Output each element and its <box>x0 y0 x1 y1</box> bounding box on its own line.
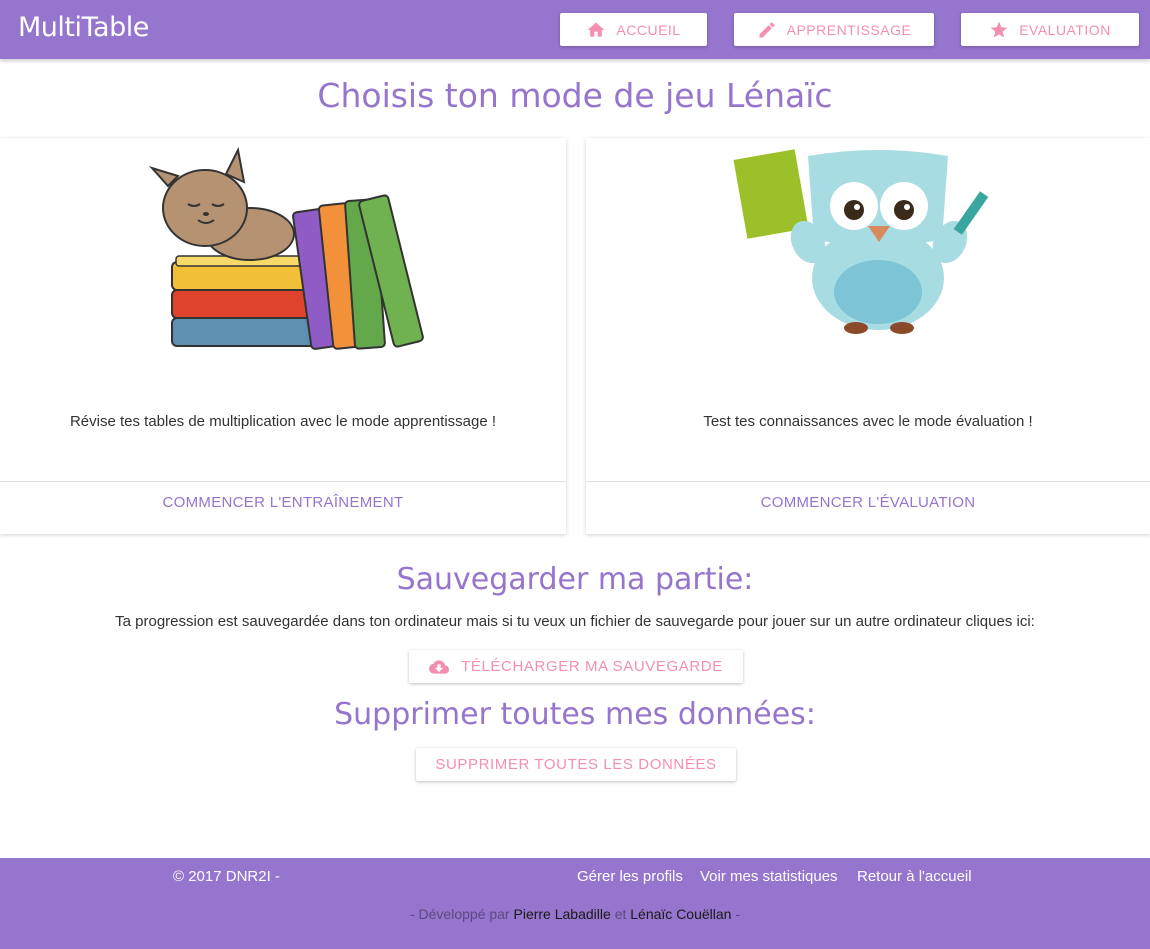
home-icon <box>588 22 605 37</box>
top-navbar: MultiTable ACCUEIL APPRENTISSAGE EVALUAT… <box>0 0 1150 59</box>
footer-link-manage-profiles[interactable]: Gérer les profils <box>577 868 683 885</box>
star-icon <box>990 21 1008 37</box>
save-section-text: Ta progression est sauvegardée dans ton … <box>115 613 1035 630</box>
credits-prefix: - Développé par <box>409 906 510 922</box>
footer-link-statistics[interactable]: Voir mes statistiques <box>700 868 838 885</box>
credits-suffix: - <box>735 906 741 922</box>
delete-all-data-label: SUPPRIMER TOUTES LES DONNÉES <box>435 756 717 773</box>
footer-link-home[interactable]: Retour à l'accueil <box>857 868 972 885</box>
learning-mode-card: Révise tes tables de multiplication avec… <box>0 138 566 534</box>
footer: © 2017 DNR2I - Gérer les profils Voir me… <box>0 858 1150 949</box>
pencil-icon <box>759 21 775 37</box>
credits-and: et <box>614 906 627 922</box>
nav-learning-label: APPRENTISSAGE <box>786 21 912 38</box>
start-evaluation-button[interactable]: COMMENCER L'ÉVALUATION <box>586 494 1150 511</box>
owl-with-book-and-pencil-illustration <box>733 149 989 334</box>
download-save-label: TÉLÉCHARGER MA SAUVEGARDE <box>461 658 723 675</box>
card-divider <box>586 481 1150 482</box>
learning-mode-description: Révise tes tables de multiplication avec… <box>69 413 497 430</box>
nav-learning-button[interactable]: APPRENTISSAGE <box>734 13 934 46</box>
nav-evaluation-button[interactable]: EVALUATION <box>961 13 1139 46</box>
brand-logo[interactable]: MultiTable <box>18 12 149 43</box>
author-link-pierre[interactable]: Pierre Labadille <box>514 906 611 922</box>
footer-credits: - Développé par Pierre Labadille et Léna… <box>0 906 1150 922</box>
cat-on-books-illustration <box>148 146 424 350</box>
copyright-text: © 2017 DNR2I - <box>173 868 280 885</box>
card-divider <box>0 481 566 482</box>
nav-evaluation-label: EVALUATION <box>1019 21 1111 38</box>
evaluation-mode-card: Test tes connaissances avec le mode éval… <box>586 138 1150 534</box>
delete-all-data-button[interactable]: SUPPRIMER TOUTES LES DONNÉES <box>416 748 736 781</box>
nav-home-button[interactable]: ACCUEIL <box>560 13 707 46</box>
cloud-download-icon <box>429 659 450 674</box>
nav-home-label: ACCUEIL <box>616 21 681 38</box>
save-section-title: Sauvegarder ma partie: <box>396 562 754 597</box>
download-save-button[interactable]: TÉLÉCHARGER MA SAUVEGARDE <box>409 650 743 683</box>
delete-section-title: Supprimer toutes mes données: <box>334 697 816 732</box>
evaluation-mode-description: Test tes connaissances avec le mode éval… <box>703 413 1033 430</box>
author-link-lenaic[interactable]: Lénaïc Couëllan <box>630 906 731 922</box>
start-training-button[interactable]: COMMENCER L'ENTRAÎNEMENT <box>0 494 566 511</box>
page-title: Choisis ton mode de jeu Lénaïc <box>317 76 833 115</box>
